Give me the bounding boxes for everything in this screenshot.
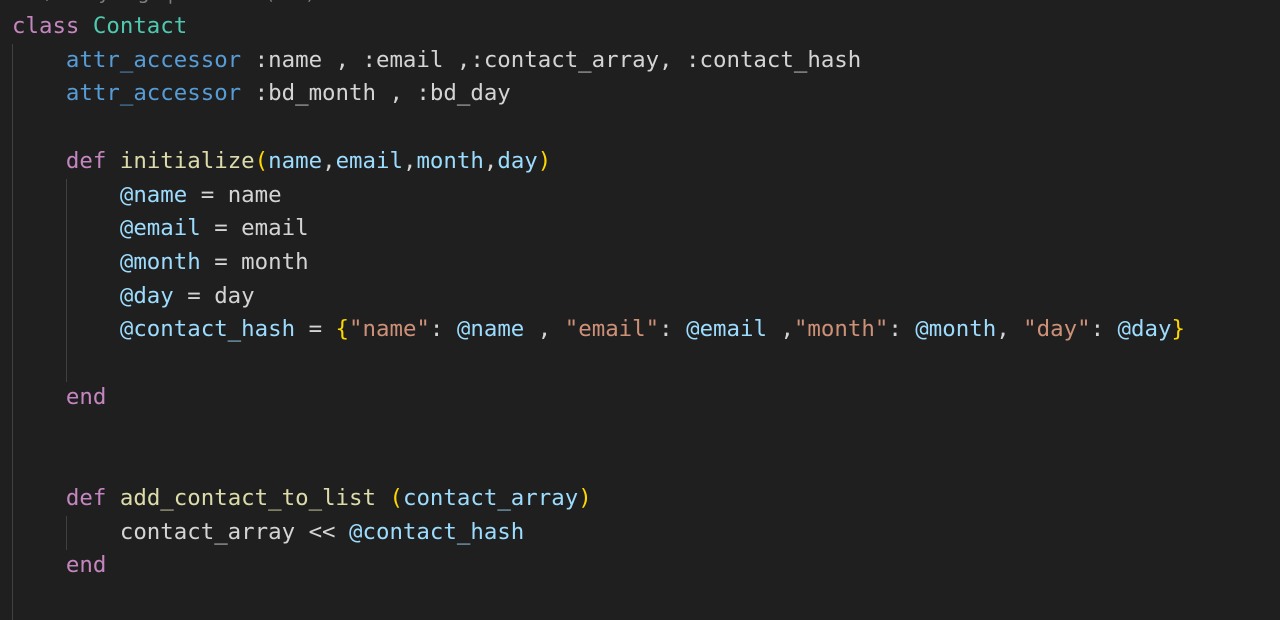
code-token-plain: , (402, 147, 417, 174)
code-token-kw: end (65, 383, 107, 410)
code-token-ivar: @name (456, 316, 525, 343)
code-token-plain: , (483, 147, 498, 174)
code-token-ivar: @contact_hash (119, 316, 296, 343)
code-token-plain: :name , :email ,:contact_array, :contact… (241, 46, 862, 73)
code-token-str: "month" (793, 316, 889, 343)
code-token-plain: = email (200, 215, 309, 242)
code-token-plain: , (524, 316, 565, 343)
code-token-fn: add_contact_to_list (119, 484, 376, 511)
code-token-plain: , (766, 316, 794, 343)
code-line[interactable]: def add_contact_to_list (contact_array) (12, 481, 592, 515)
code-token-ivar: @name (119, 181, 188, 208)
code-token-plain: , (322, 147, 336, 174)
code-token-ivar: @month (915, 316, 997, 343)
code-token-kw: end (65, 552, 107, 579)
code-token-br1: ( (254, 147, 269, 174)
code-token-str: "day" (1023, 316, 1091, 343)
code-token-str: "name" (349, 316, 430, 343)
code-line[interactable]: contact_array << @contact_hash (12, 515, 524, 549)
code-token-param: email (335, 147, 403, 174)
code-token-ivar: @day (119, 282, 174, 309)
code-token-br1: { (335, 316, 350, 343)
code-line[interactable]: @name = name (12, 178, 282, 212)
code-line[interactable]: @email = email (12, 211, 309, 245)
code-line[interactable]: def initialize(name,email,month,day) (12, 144, 551, 178)
code-token-kw: def (65, 147, 107, 174)
code-line[interactable]: class Contact (12, 9, 187, 43)
code-token-builtin: attr_accessor (65, 80, 242, 107)
git-blame-annotation[interactable]: You, 5 days ago | 1 author (You) (12, 0, 314, 8)
code-token-ivar: @day (1117, 316, 1172, 343)
code-token-builtin: attr_accessor (65, 46, 242, 73)
code-token-ivar: @contact_hash (349, 518, 525, 545)
code-token-br1: ) (537, 147, 552, 174)
code-token-fn: initialize (119, 147, 255, 174)
code-token-str: "email" (564, 316, 660, 343)
code-editor[interactable]: You, 5 days ago | 1 author (You) class C… (0, 0, 1280, 620)
code-line[interactable]: @month = month (12, 245, 309, 279)
code-line[interactable]: @contact_hash = {"name": @name , "email"… (12, 312, 1185, 346)
code-token-plain: : (888, 316, 916, 343)
code-token-param: month (416, 147, 484, 174)
code-token-ivar: @month (119, 248, 201, 275)
code-token-plain: : (429, 316, 457, 343)
code-token-plain: : (1090, 316, 1118, 343)
code-token-cls: Contact (92, 13, 188, 39)
code-token-plain: contact_array << (119, 518, 350, 545)
code-token-plain: = name (187, 181, 282, 208)
code-token-param: day (497, 147, 538, 174)
code-token-kw: class (12, 13, 80, 39)
code-line[interactable]: end (12, 548, 106, 582)
code-line[interactable]: attr_accessor :name , :email ,:contact_a… (12, 43, 861, 77)
code-line[interactable]: @day = day (12, 279, 255, 313)
code-token-plain: = month (200, 248, 309, 275)
code-token-plain: : (659, 316, 687, 343)
code-token-br1: } (1171, 316, 1185, 343)
code-token-plain: = (295, 316, 336, 343)
code-line[interactable]: end (12, 380, 106, 414)
code-token-plain: , (996, 316, 1024, 343)
code-token-param: contact_array (402, 484, 579, 511)
code-token-plain: :bd_month , :bd_day (241, 80, 511, 107)
code-token-ivar: @email (119, 215, 201, 242)
code-token-br1: ) (578, 484, 592, 511)
code-line[interactable]: attr_accessor :bd_month , :bd_day (12, 76, 511, 110)
code-token-ivar: @email (686, 316, 767, 343)
code-token-kw: def (65, 484, 107, 511)
code-token-param: name (268, 147, 323, 174)
code-token-br1: ( (389, 484, 403, 511)
code-token-plain: = day (173, 282, 255, 309)
